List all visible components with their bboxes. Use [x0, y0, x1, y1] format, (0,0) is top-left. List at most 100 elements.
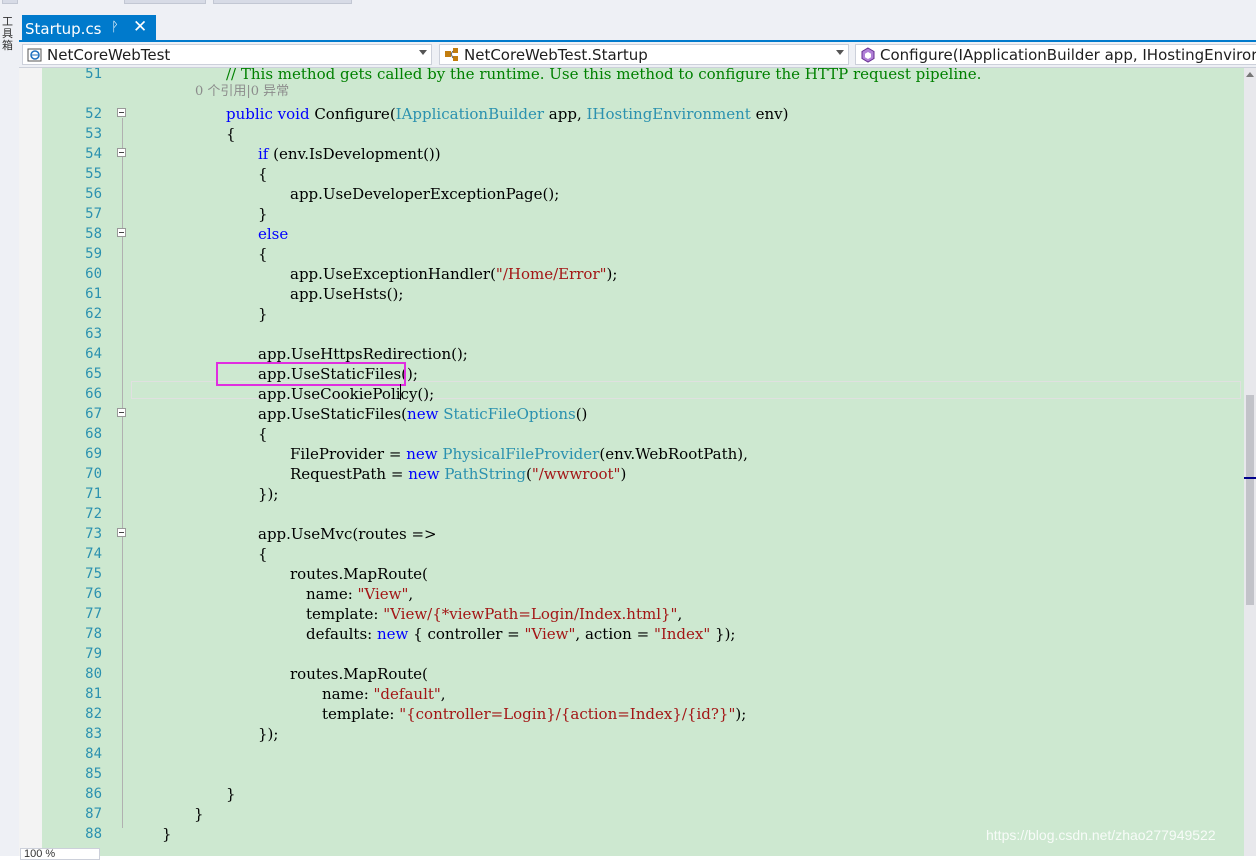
- code-line[interactable]: 77 template: "View/{*viewPath=Login/Index…: [19, 604, 1244, 624]
- code-text: {: [258, 424, 268, 444]
- code-line[interactable]: 64 app.UseHttpsRedirection();: [19, 344, 1244, 364]
- code-line[interactable]: 54 if (env.IsDevelopment()): [19, 144, 1244, 164]
- toolbar-combo[interactable]: [124, 0, 206, 4]
- code-text: if (env.IsDevelopment()): [258, 144, 441, 164]
- code-token: ): [620, 465, 627, 483]
- code-line[interactable]: 78 defaults: new { controller = "View", a…: [19, 624, 1244, 644]
- code-text: {: [226, 124, 236, 144]
- line-number: 82: [85, 706, 102, 722]
- fold-toggle-icon[interactable]: [117, 108, 126, 117]
- toolbox-label[interactable]: 工具箱: [2, 16, 16, 52]
- scrollbar-thumb[interactable]: [1246, 395, 1254, 605]
- toolbar-combo[interactable]: [213, 0, 352, 4]
- code-token: PhysicalFileProvider: [442, 445, 600, 463]
- code-text: }: [258, 304, 268, 324]
- toolbar-button[interactable]: [2, 0, 18, 4]
- member-dropdown[interactable]: Configure(IApplicationBuilder app, IHost…: [855, 44, 1256, 65]
- code-line[interactable]: 52 public void Configure(IApplicationBuil…: [19, 104, 1244, 124]
- scroll-up-icon[interactable]: [1246, 72, 1254, 77]
- code-token: "View/{*viewPath=Login/Index.html}": [383, 605, 678, 623]
- code-token: "/wwwroot": [531, 465, 621, 483]
- code-token: (env.WebRootPath),: [599, 445, 748, 463]
- code-line[interactable]: 80 routes.MapRoute(: [19, 664, 1244, 684]
- code-line[interactable]: 60 app.UseExceptionHandler("/Home/Error")…: [19, 264, 1244, 284]
- code-text: routes.MapRoute(: [290, 664, 428, 684]
- code-line[interactable]: 86}: [19, 784, 1244, 804]
- chevron-down-icon[interactable]: [419, 50, 427, 55]
- code-line[interactable]: 81 name: "default",: [19, 684, 1244, 704]
- code-text: RequestPath = new PathString("/wwwroot"): [290, 464, 626, 484]
- code-token: {: [226, 125, 236, 143]
- code-line[interactable]: 67 app.UseStaticFiles(new StaticFileOptio…: [19, 404, 1244, 424]
- close-icon[interactable]: ✕: [133, 17, 147, 37]
- code-line[interactable]: 63: [19, 324, 1244, 344]
- code-line[interactable]: 73 app.UseMvc(routes =>: [19, 524, 1244, 544]
- annotation-highlight-box: [216, 362, 406, 386]
- code-text: name: "default",: [322, 684, 446, 704]
- code-line[interactable]: 85: [19, 764, 1244, 784]
- fold-toggle-icon[interactable]: [117, 228, 126, 237]
- line-number: 51: [85, 68, 102, 82]
- code-token: "Index": [653, 625, 711, 643]
- code-text: }: [258, 204, 268, 224]
- fold-toggle-icon[interactable]: [117, 408, 126, 417]
- code-line[interactable]: 59 {: [19, 244, 1244, 264]
- code-text: }: [226, 784, 236, 804]
- code-token: "View": [524, 625, 576, 643]
- type-dropdown[interactable]: NetCoreWebTest.Startup: [439, 44, 849, 65]
- code-line[interactable]: 84: [19, 744, 1244, 764]
- code-line[interactable]: 61 app.UseHsts();: [19, 284, 1244, 304]
- code-line[interactable]: 72: [19, 504, 1244, 524]
- code-token: env): [750, 105, 789, 123]
- chevron-down-icon[interactable]: [836, 50, 844, 55]
- vertical-scrollbar[interactable]: [1244, 68, 1256, 856]
- code-text: {: [258, 544, 268, 564]
- code-token: "/Home/Error": [495, 265, 607, 283]
- line-number: 58: [85, 226, 102, 242]
- code-token: { controller =: [408, 625, 525, 643]
- line-number: 85: [85, 766, 102, 782]
- tab-startup-cs[interactable]: Startup.cs ᚹ ✕: [22, 15, 156, 42]
- fold-toggle-icon[interactable]: [117, 528, 126, 537]
- code-line[interactable]: 76 name: "View",: [19, 584, 1244, 604]
- code-text: app.UseHsts();: [290, 284, 403, 304]
- code-text: {: [258, 164, 268, 184]
- code-editor[interactable]: 51 // This method gets called by the runt…: [19, 68, 1244, 856]
- code-text: routes.MapRoute(: [290, 564, 428, 584]
- code-text: FileProvider = new PhysicalFileProvider(…: [290, 444, 748, 464]
- code-token: app.UseDeveloperExceptionPage();: [290, 185, 560, 203]
- codelens-references[interactable]: 0 个引用|0 异常: [195, 82, 289, 102]
- code-line[interactable]: 87}: [19, 804, 1244, 824]
- code-line[interactable]: 74 {: [19, 544, 1244, 564]
- code-token: });: [258, 725, 279, 743]
- toolbox-sidebar[interactable]: 工具箱: [0, 12, 20, 856]
- code-line[interactable]: 53 {: [19, 124, 1244, 144]
- code-line[interactable]: 83});: [19, 724, 1244, 744]
- code-token: }: [226, 785, 236, 803]
- fold-toggle-icon[interactable]: [117, 148, 126, 157]
- code-line[interactable]: 70 RequestPath = new PathString("/wwwroot…: [19, 464, 1244, 484]
- code-token: {: [258, 425, 268, 443]
- code-line[interactable]: 75 routes.MapRoute(: [19, 564, 1244, 584]
- zoom-level-combo[interactable]: 100 %: [20, 848, 100, 860]
- code-line[interactable]: 66 app.UseCookiePolicy();: [19, 384, 1244, 404]
- code-text: else: [258, 224, 288, 244]
- code-line[interactable]: 65 app.UseStaticFiles();: [19, 364, 1244, 384]
- method-icon: [861, 46, 875, 63]
- code-line[interactable]: 82 template: "{controller=Login}/{action=…: [19, 704, 1244, 724]
- code-line[interactable]: 79: [19, 644, 1244, 664]
- code-line[interactable]: 69 FileProvider = new PhysicalFileProvide…: [19, 444, 1244, 464]
- pin-icon[interactable]: ᚹ: [111, 19, 119, 34]
- code-line[interactable]: 57}: [19, 204, 1244, 224]
- line-number: 88: [85, 826, 102, 842]
- code-token: , action =: [575, 625, 654, 643]
- code-line[interactable]: 62}: [19, 304, 1244, 324]
- code-line[interactable]: 55 {: [19, 164, 1244, 184]
- member-dropdown-label: Configure(IApplicationBuilder app, IHost…: [880, 45, 1256, 64]
- code-line[interactable]: 56 app.UseDeveloperExceptionPage();: [19, 184, 1244, 204]
- code-line[interactable]: 71});: [19, 484, 1244, 504]
- project-dropdown[interactable]: NetCoreWebTest: [22, 44, 432, 65]
- line-number: 80: [85, 666, 102, 682]
- code-line[interactable]: 68 {: [19, 424, 1244, 444]
- code-line[interactable]: 58 else: [19, 224, 1244, 244]
